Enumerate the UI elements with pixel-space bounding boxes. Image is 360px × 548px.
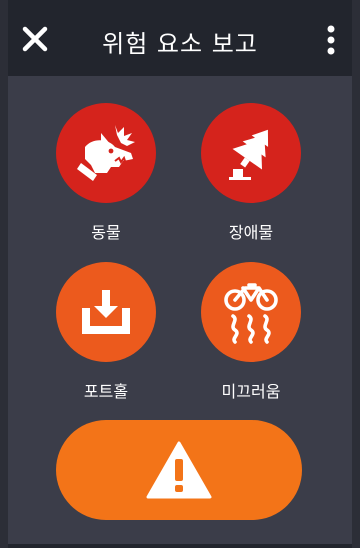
hazard-label-slippery: 미끄러움 bbox=[221, 382, 281, 401]
warning-triangle-icon bbox=[146, 441, 212, 499]
header-bar: 위험 요소 보고 bbox=[8, 0, 352, 76]
page-title: 위험 요소 보고 bbox=[102, 30, 258, 58]
hazard-label-obstacle: 장애물 bbox=[228, 223, 274, 242]
slippery-bike-icon bbox=[224, 283, 278, 344]
hazard-label-pothole: 포트홀 bbox=[83, 382, 129, 401]
pothole-icon bbox=[82, 290, 130, 334]
animal-circle bbox=[56, 103, 156, 203]
pothole-circle bbox=[56, 262, 156, 362]
hazard-slippery-button[interactable]: 미끄러움 bbox=[196, 262, 306, 402]
angry-dog-icon bbox=[77, 125, 135, 181]
obstacle-circle bbox=[201, 103, 301, 203]
hazard-pothole-button[interactable]: 포트홀 bbox=[51, 262, 161, 402]
hazard-obstacle-button[interactable]: 장애물 bbox=[196, 103, 306, 243]
more-vertical-icon bbox=[327, 25, 335, 55]
fallen-tree-icon bbox=[229, 129, 269, 180]
general-hazard-button[interactable] bbox=[56, 420, 302, 520]
hazard-label-animal: 동물 bbox=[91, 223, 121, 242]
slippery-circle bbox=[201, 262, 301, 362]
more-options-button[interactable] bbox=[316, 20, 346, 60]
bottom-bar bbox=[8, 544, 352, 548]
hazard-animal-button[interactable]: 동물 bbox=[51, 103, 161, 243]
